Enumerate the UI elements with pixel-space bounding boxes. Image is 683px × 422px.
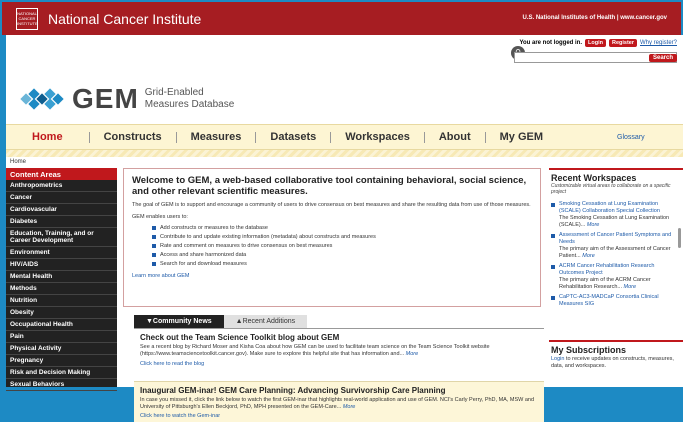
news-title: Check out the Team Science Toolkit blog … [140, 333, 340, 342]
my-subscriptions: My Subscriptions Login to receive update… [549, 340, 683, 380]
sidebar-item[interactable]: Pain [6, 331, 117, 343]
nih-link[interactable]: U.S. National Institutes of Health | www… [523, 15, 667, 21]
search-button[interactable]: Search [648, 54, 677, 62]
subscriptions-title: My Subscriptions [551, 345, 627, 355]
more-link[interactable]: More [587, 222, 600, 228]
sidebar-header: Content Areas [6, 168, 117, 180]
list-item: Add constructs or measures to the databa… [152, 224, 540, 233]
welcome-intro: The goal of GEM is to support and encour… [132, 202, 531, 208]
sidebar-item[interactable]: Environment [6, 247, 117, 259]
workspace-title[interactable]: Smoking Cessation at Lung Examination (S… [559, 201, 673, 215]
list-item: Search for and download measures [152, 260, 540, 269]
nav-measures[interactable]: Measures [177, 131, 257, 143]
sidebar-item[interactable]: HIV/AIDS [6, 259, 117, 271]
nci-title[interactable]: National Cancer Institute [48, 11, 201, 27]
register-button[interactable]: Register [608, 39, 637, 47]
sidebar-item[interactable]: Obesity [6, 307, 117, 319]
why-register-link[interactable]: Why register? [640, 40, 677, 46]
workspace-list[interactable]: Smoking Cessation at Lung Examination (S… [549, 198, 683, 321]
tab-community-news[interactable]: ▼Community News [134, 315, 224, 328]
workspace-title[interactable]: Assessment of Cancer Patient Symptoms an… [559, 232, 673, 246]
welcome-title: Welcome to GEM, a web-based collaborativ… [132, 175, 527, 197]
nav-my-gem[interactable]: My GEM [486, 131, 557, 143]
gem-wordmark: GEM [72, 83, 139, 114]
sidebar-item[interactable]: Pregnancy [6, 355, 117, 367]
login-button[interactable]: Login [585, 39, 606, 47]
main-nav: Home Constructs Measures Datasets Worksp… [6, 124, 683, 150]
recent-workspaces: Recent Workspaces Customizable virtual a… [549, 168, 683, 338]
nci-banner: NATIONAL CANCER INSTITUTE National Cance… [0, 0, 683, 35]
login-row: You are not logged in. Login Register Wh… [519, 39, 677, 47]
list-item: Contribute to and update existing inform… [152, 233, 540, 242]
nav-home[interactable]: Home [6, 131, 90, 143]
nav-workspaces[interactable]: Workspaces [331, 131, 425, 143]
sidebar-item[interactable]: Cardiovascular [6, 204, 117, 216]
sidebar-item[interactable]: Sexual Behaviors [6, 379, 117, 391]
more-link[interactable]: More [343, 404, 356, 410]
sidebar-item[interactable]: Occupational Health [6, 319, 117, 331]
scrollbar[interactable] [678, 228, 681, 248]
gem-subtitle: Grid-Enabled Measures Database [144, 87, 235, 110]
sidebar-item[interactable]: Anthropometrics [6, 180, 117, 192]
news-link[interactable]: Click here to watch the Gem-inar [140, 413, 538, 419]
welcome-enables: GEM enables users to: [132, 214, 188, 220]
nav-datasets[interactable]: Datasets [256, 131, 332, 143]
more-link[interactable]: More [582, 253, 595, 259]
sidebar-item[interactable]: Cancer [6, 192, 117, 204]
decorative-stripe [6, 150, 683, 157]
welcome-panel: Welcome to GEM, a web-based collaborativ… [123, 168, 541, 307]
sidebar-item[interactable]: Methods [6, 283, 117, 295]
nci-logo[interactable]: NATIONAL CANCER INSTITUTE [16, 8, 38, 30]
sidebar-item[interactable]: Risk and Decision Making [6, 367, 117, 379]
workspace-item[interactable]: ACRM Cancer Rehabilitation Research Outc… [551, 263, 673, 291]
recent-title: Recent Workspaces [551, 173, 637, 183]
nav-constructs[interactable]: Constructs [90, 131, 177, 143]
workspace-item[interactable]: Assessment of Cancer Patient Symptoms an… [551, 232, 673, 260]
sidebar-item[interactable]: Physical Activity [6, 343, 117, 355]
subscriptions-text: Login to receive updates on constructs, … [551, 356, 674, 369]
welcome-bullets: Add constructs or measures to the databa… [152, 224, 540, 269]
workspace-title[interactable]: ACRM Cancer Rehabilitation Research Outc… [559, 263, 673, 277]
news-title: Inaugural GEM-inar! GEM Care Planning: A… [140, 386, 446, 395]
login-status: You are not logged in. [519, 40, 582, 46]
workspace-desc: The Smoking Cessation at Lung Examinatio… [559, 215, 670, 228]
workspace-desc: The primary aim of the ACRM Cancer Rehab… [559, 277, 651, 290]
sidebar-item[interactable]: Education, Training, and or Career Devel… [6, 228, 117, 247]
news-body: See a recent blog by Richard Moser and K… [140, 344, 490, 357]
learn-more-link[interactable]: Learn more about GEM [132, 273, 532, 279]
news-tabs: ▼Community News ▲Recent Additions [134, 315, 308, 328]
sidebar-item[interactable]: Mental Health [6, 271, 117, 283]
nav-glossary[interactable]: Glossary [617, 134, 645, 141]
news-item: Check out the Team Science Toolkit blog … [134, 328, 544, 387]
news-item: Inaugural GEM-inar! GEM Care Planning: A… [134, 381, 544, 422]
tab-recent-additions[interactable]: ▲Recent Additions [223, 315, 308, 328]
more-link[interactable]: More [624, 284, 637, 290]
gem-logo[interactable]: GEM Grid-Enabled Measures Database [20, 83, 234, 115]
nav-about[interactable]: About [425, 131, 486, 143]
workspace-desc: The primary aim of the Assessment of Can… [559, 246, 671, 259]
news-link[interactable]: Click here to read the blog [140, 361, 538, 367]
sidebar: Content Areas Anthropometrics Cancer Car… [6, 168, 117, 391]
breadcrumb[interactable]: Home [10, 159, 26, 165]
more-link[interactable]: More [406, 351, 419, 357]
gem-mark-icon [20, 88, 66, 110]
sidebar-item[interactable]: Nutrition [6, 295, 117, 307]
workspace-item[interactable]: CaPTC-AC3-MADCaP Consortia Clinical Meas… [551, 294, 673, 308]
news-body: In case you missed it, click the link be… [140, 397, 535, 410]
subscriptions-login-link[interactable]: Login [551, 356, 564, 362]
list-item: Access and share harmonized data [152, 251, 540, 260]
list-item: Rate and comment on measures to drive co… [152, 242, 540, 251]
recent-subtitle: Customizable virtual areas to collaborat… [551, 183, 671, 195]
page: You are not logged in. Login Register Wh… [6, 35, 683, 422]
sidebar-item[interactable]: Diabetes [6, 216, 117, 228]
workspace-title[interactable]: CaPTC-AC3-MADCaP Consortia Clinical Meas… [559, 294, 673, 308]
workspace-item[interactable]: Smoking Cessation at Lung Examination (S… [551, 201, 673, 229]
